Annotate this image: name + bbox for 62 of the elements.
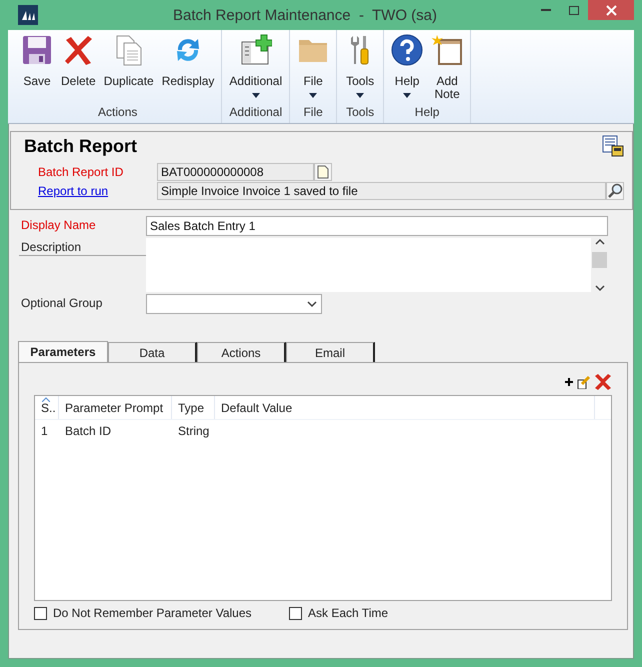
window-title: Batch Report Maintenance - TWO (sa) bbox=[172, 6, 438, 24]
group-label: Tools bbox=[346, 104, 374, 121]
cross-icon bbox=[62, 34, 94, 66]
add-button[interactable] bbox=[564, 377, 574, 387]
id-field[interactable]: BAT000000000008 bbox=[157, 162, 314, 180]
tools-button[interactable]: Tools bbox=[340, 30, 380, 103]
field-label: Optional Group bbox=[20, 295, 104, 312]
scroll-thumb[interactable] bbox=[592, 252, 607, 268]
duplicate-button[interactable]: Duplicate bbox=[100, 30, 158, 103]
column-header[interactable]: Type bbox=[172, 396, 215, 419]
window-plus-icon bbox=[240, 34, 272, 66]
tab[interactable]: Data bbox=[108, 342, 197, 362]
checkbox-label: Do Not Remember Parameter Values bbox=[53, 606, 252, 620]
note-icon bbox=[431, 34, 464, 66]
column-header[interactable]: S.. bbox=[35, 396, 59, 419]
report-options-icon[interactable] bbox=[602, 135, 624, 157]
group-label: File bbox=[303, 104, 323, 121]
text-field[interactable]: Sales Batch Entry 1 bbox=[146, 216, 608, 236]
field-label: Batch Report ID bbox=[37, 164, 124, 178]
save-button[interactable]: Save bbox=[17, 30, 57, 103]
question-circle-icon bbox=[391, 34, 424, 66]
redisplay-button[interactable]: Redisplay bbox=[158, 30, 218, 103]
note-button[interactable]: Add Note bbox=[427, 30, 468, 103]
close-icon bbox=[606, 4, 616, 16]
section-title: Batch Report bbox=[24, 136, 138, 156]
checkbox[interactable] bbox=[34, 606, 47, 620]
group-label: Additional bbox=[229, 104, 282, 121]
group-label: Actions bbox=[98, 104, 138, 121]
search-icon bbox=[607, 182, 623, 198]
tab[interactable]: Actions bbox=[197, 342, 286, 362]
minimize-icon bbox=[541, 9, 551, 11]
edit-button[interactable] bbox=[577, 375, 591, 389]
pencil-icon bbox=[577, 375, 591, 389]
table-cell-text: String bbox=[177, 423, 210, 440]
app-logo-icon bbox=[18, 5, 38, 25]
new-note-button[interactable] bbox=[314, 162, 332, 180]
lookup-button[interactable] bbox=[606, 182, 624, 200]
column-header[interactable]: Parameter Prompt bbox=[59, 396, 172, 419]
close-button[interactable] bbox=[588, 0, 634, 20]
tab[interactable]: Parameters bbox=[18, 341, 108, 362]
table-cell-text: 1 bbox=[40, 423, 49, 440]
lookup-field[interactable]: Simple Invoice Invoice 1 saved to file bbox=[157, 182, 606, 200]
note-icon bbox=[317, 164, 329, 178]
column-header[interactable]: Default Value bbox=[215, 396, 595, 419]
checkbox[interactable] bbox=[289, 606, 302, 620]
cross-icon bbox=[594, 373, 612, 391]
file-button[interactable]: File bbox=[293, 30, 334, 103]
table-cell-text: Batch ID bbox=[64, 423, 112, 440]
up-chevron-icon bbox=[594, 238, 604, 246]
plus-icon bbox=[564, 377, 574, 387]
delete-button[interactable]: Delete bbox=[57, 30, 100, 103]
help-button[interactable]: Help bbox=[387, 30, 428, 103]
tab[interactable]: Email bbox=[286, 342, 375, 362]
group-label: Help bbox=[414, 104, 440, 121]
field-label: Display Name bbox=[20, 217, 97, 234]
maximize-icon bbox=[569, 6, 579, 14]
field-link[interactable]: Report to run bbox=[29, 184, 157, 198]
chevron-down-icon bbox=[307, 300, 317, 308]
checkbox-label: Ask Each Time bbox=[308, 606, 388, 620]
additional-button[interactable]: Additional bbox=[225, 30, 286, 103]
down-chevron-icon bbox=[594, 284, 604, 292]
delete-button[interactable] bbox=[594, 373, 612, 391]
